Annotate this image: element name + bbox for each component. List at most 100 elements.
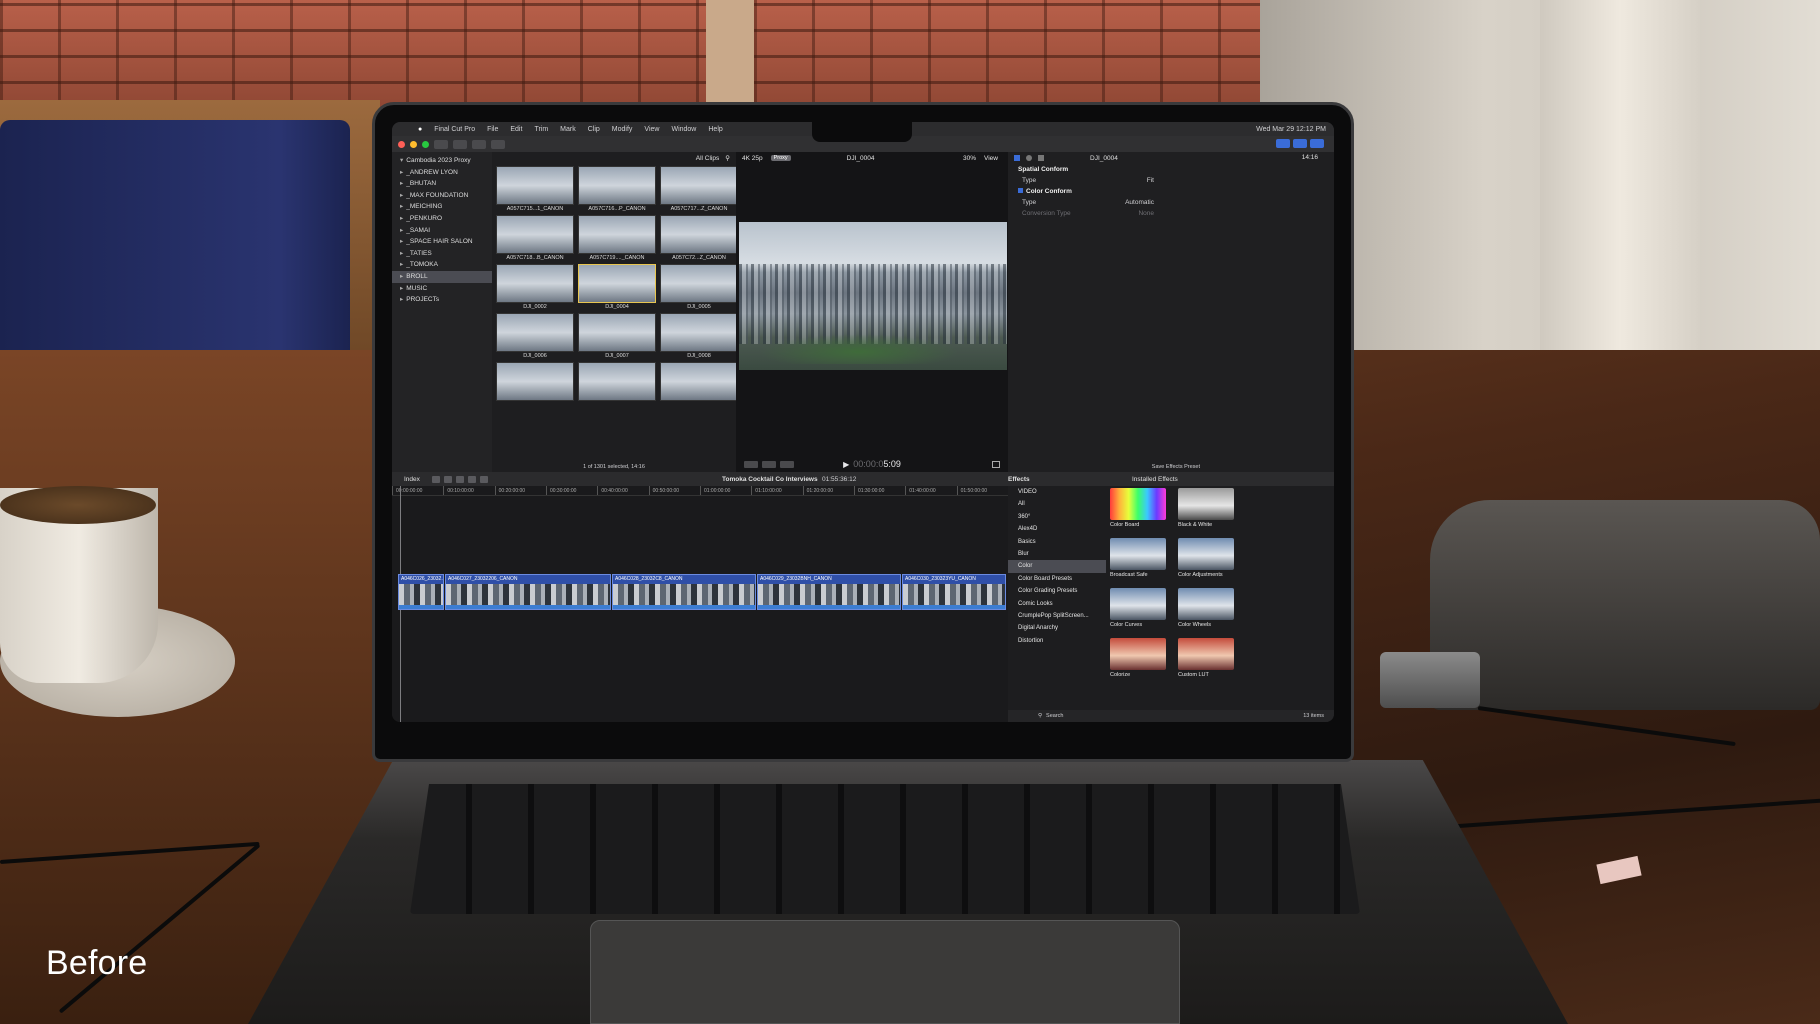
browser-clip[interactable]: DJI_0005	[660, 264, 738, 312]
app-menu[interactable]: Final Cut Pro	[434, 126, 475, 133]
effects-category[interactable]: VIDEO	[1008, 486, 1106, 498]
menu-item[interactable]: Modify	[612, 126, 633, 133]
clip-thumbnail[interactable]	[496, 215, 574, 254]
effects-category[interactable]: 360°	[1008, 511, 1106, 523]
effects-category[interactable]: Basics	[1008, 536, 1106, 548]
insert-button[interactable]	[444, 475, 452, 483]
clip-thumbnail[interactable]	[496, 313, 574, 352]
menu-item[interactable]: Window	[671, 126, 696, 133]
browser-clip[interactable]: DJI_0004	[578, 264, 656, 312]
menu-item[interactable]: Help	[708, 126, 722, 133]
overwrite-button[interactable]	[468, 475, 476, 483]
timeline-ruler[interactable]: 00:00:00:00 00:10:00:00 00:20:00:00 00:30:0…	[392, 486, 1008, 496]
clip-thumbnail[interactable]	[578, 362, 656, 401]
timeline-clip[interactable]: A046C027_23032206_CANON	[445, 574, 611, 610]
browser-clip[interactable]: DJI_0008	[660, 313, 738, 361]
clip-thumbnail[interactable]	[660, 362, 738, 401]
library-event[interactable]: ▸ _MAX FOUNDATION	[392, 190, 492, 202]
menu-item[interactable]: File	[487, 126, 498, 133]
library-root[interactable]: ▾ Cambodia 2023 Proxy	[392, 155, 492, 167]
clip-thumbnail[interactable]	[578, 166, 656, 205]
video-inspector-icon[interactable]	[1014, 155, 1020, 161]
disclosure-icon[interactable]: ▸	[400, 296, 403, 303]
effects-category[interactable]: Distortion	[1008, 635, 1106, 647]
effect-thumbnail[interactable]	[1178, 638, 1234, 670]
library-event[interactable]: ▸ _ANDREW LYON	[392, 167, 492, 179]
library-event[interactable]: ▸ _TOMOKA	[392, 259, 492, 271]
browser-clip[interactable]: A057C719...._CANON	[578, 215, 656, 263]
color-conform-checkbox[interactable]	[1018, 188, 1023, 193]
disclosure-icon[interactable]: ▸	[400, 238, 403, 245]
browser-clip[interactable]: A057C717...Z_CANON	[660, 166, 738, 214]
menu-item[interactable]: Clip	[588, 126, 600, 133]
search-icon[interactable]: ⚲	[1038, 713, 1042, 719]
effects-category[interactable]: Comic Looks	[1008, 598, 1106, 610]
conversion-value[interactable]: None	[1104, 208, 1154, 219]
clip-thumbnail[interactable]	[660, 313, 738, 352]
effects-category[interactable]: Color Board Presets	[1008, 573, 1106, 585]
clip-thumbnail[interactable]	[660, 215, 738, 254]
disclosure-icon[interactable]: ▾	[400, 157, 403, 164]
clip-thumbnail[interactable]	[496, 264, 574, 303]
library-event[interactable]: ▸ _MEICHING	[392, 201, 492, 213]
import-button[interactable]	[434, 139, 448, 149]
library-event[interactable]: ▸ _SAMAI	[392, 225, 492, 237]
timeline-clip[interactable]: A046C030_230323YU_CANON	[902, 574, 1006, 610]
clip-thumbnail[interactable]	[578, 264, 656, 303]
browser-clip[interactable]	[578, 362, 656, 410]
menu-item[interactable]: Trim	[534, 126, 548, 133]
clip-thumbnail[interactable]	[578, 313, 656, 352]
effect-item[interactable]: Color Wheels	[1178, 588, 1240, 632]
fullscreen-icon[interactable]	[992, 461, 1000, 468]
library-event[interactable]: ▸ BROLL	[392, 270, 492, 283]
color-inspector-icon[interactable]	[1026, 155, 1032, 161]
effect-item[interactable]: Colorize	[1110, 638, 1172, 682]
timeline-clip[interactable]: A046C028_23032C8_CANON	[612, 574, 756, 610]
timeline-clip[interactable]: A046C029_23032BNH_CANON	[757, 574, 901, 610]
effects-category[interactable]: Color	[1008, 560, 1106, 573]
effect-item[interactable]: Broadcast Safe	[1110, 538, 1172, 582]
save-effects-preset-button[interactable]: Save Effects Preset	[1152, 464, 1200, 470]
clip-thumbnail[interactable]	[496, 166, 574, 205]
effect-thumbnail[interactable]	[1110, 488, 1166, 520]
effect-thumbnail[interactable]	[1110, 588, 1166, 620]
browser-clip[interactable]	[660, 362, 738, 410]
clip-thumbnail[interactable]	[578, 215, 656, 254]
browser-clip[interactable]	[496, 362, 574, 410]
library-event[interactable]: ▸ MUSIC	[392, 283, 492, 295]
clip-thumbnail[interactable]	[660, 166, 738, 205]
share-button[interactable]	[491, 139, 505, 149]
search-icon[interactable]: ⚲	[725, 154, 730, 162]
disclosure-icon[interactable]: ▸	[400, 227, 403, 234]
inspector-toggle[interactable]	[1310, 139, 1324, 148]
effect-thumbnail[interactable]	[1178, 538, 1234, 570]
library-event[interactable]: ▸ PROJECTs	[392, 294, 492, 306]
disclosure-icon[interactable]: ▸	[400, 261, 403, 268]
library-event[interactable]: ▸ _PENKURO	[392, 213, 492, 225]
index-button[interactable]: Index	[392, 476, 432, 483]
library-event[interactable]: ▸ _BHUTAN	[392, 178, 492, 190]
timeline-clip[interactable]: A046C026_23032...	[398, 574, 444, 610]
effects-category[interactable]: Blur	[1008, 548, 1106, 560]
effect-thumbnail[interactable]	[1178, 488, 1234, 520]
effects-search-input[interactable]: Search	[1046, 713, 1063, 719]
installed-effects-menu[interactable]: Installed Effects	[1132, 476, 1178, 483]
browser-clip[interactable]: A057C715...1_CANON	[496, 166, 574, 214]
clip-thumbnail[interactable]	[660, 264, 738, 303]
disclosure-icon[interactable]: ▸	[400, 250, 403, 257]
project-name[interactable]: Tomoka Cocktail Co Interviews	[722, 476, 818, 483]
minimize-icon[interactable]	[410, 140, 417, 148]
menu-item[interactable]: Mark	[560, 126, 576, 133]
disclosure-icon[interactable]: ▸	[400, 192, 403, 199]
effect-item[interactable]: Black & White	[1178, 488, 1240, 532]
append-button[interactable]	[456, 475, 464, 483]
menu-item[interactable]: View	[644, 126, 659, 133]
effect-thumbnail[interactable]	[1110, 538, 1166, 570]
disclosure-icon[interactable]: ▸	[400, 169, 403, 176]
disclosure-icon[interactable]: ▸	[400, 203, 403, 210]
effect-item[interactable]: Color Board	[1110, 488, 1172, 532]
apple-icon[interactable]: ●	[418, 126, 422, 133]
library-event[interactable]: ▸ _SPACE HAIR SALON	[392, 236, 492, 248]
effect-thumbnail[interactable]	[1178, 588, 1234, 620]
browser-clip[interactable]: A057C72...Z_CANON	[660, 215, 738, 263]
